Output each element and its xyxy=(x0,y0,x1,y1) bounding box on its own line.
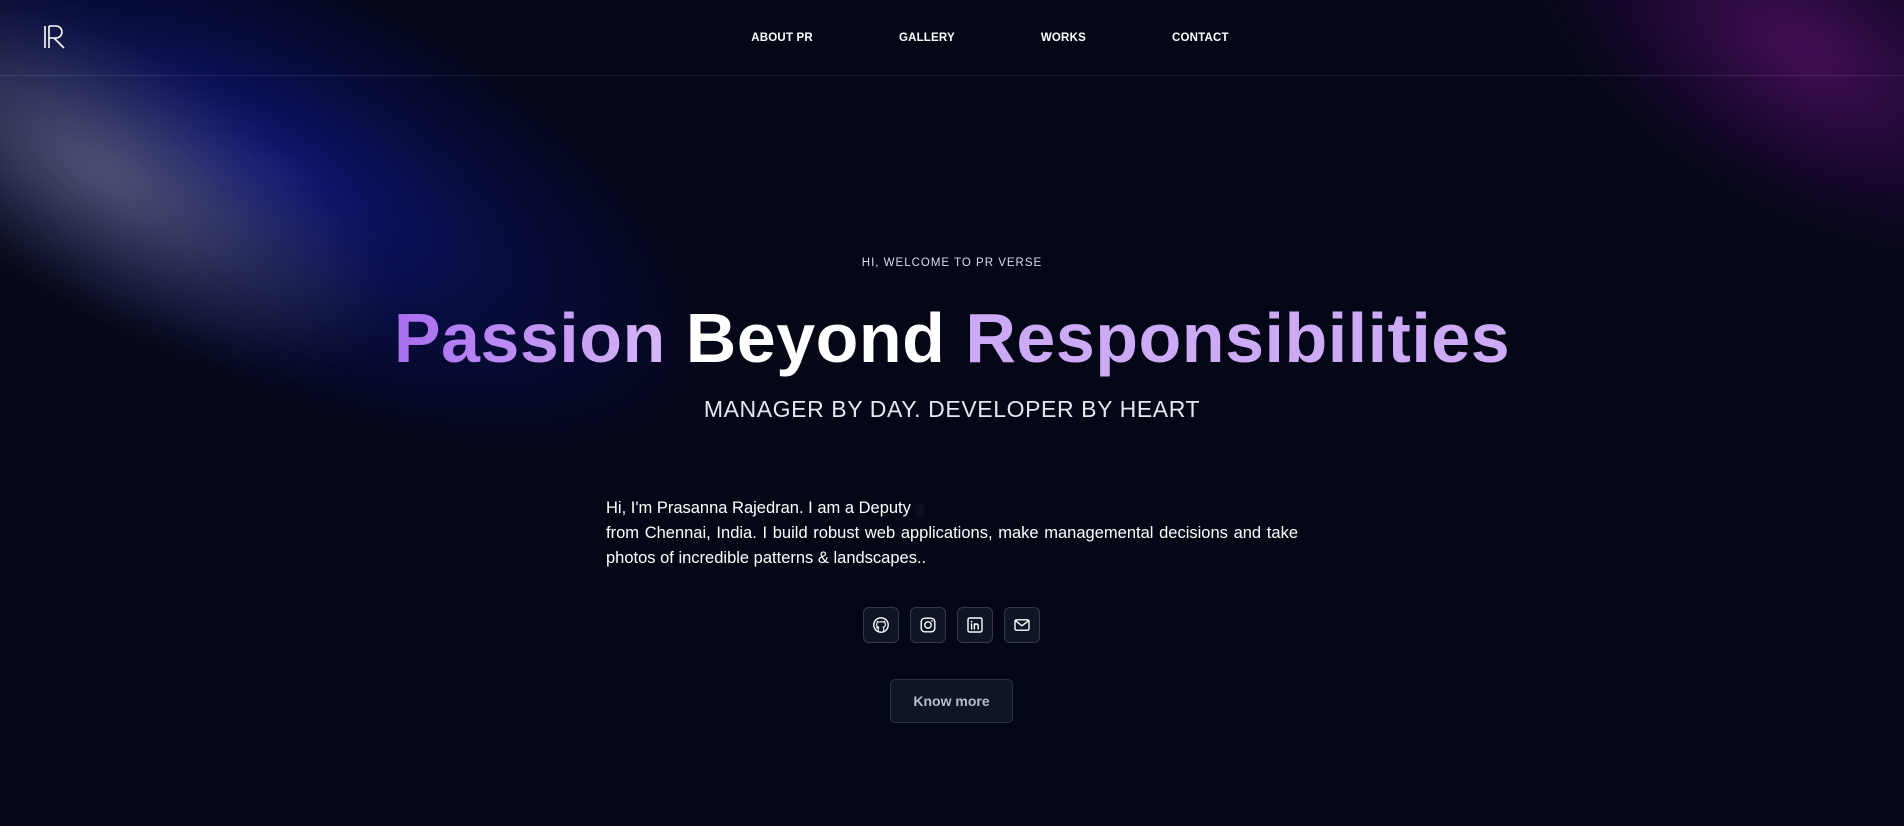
know-more-button[interactable]: Know more xyxy=(890,679,1013,723)
bio-prefix: Hi, I'm Prasanna Rajedran. I am a xyxy=(606,499,855,517)
instagram-link[interactable] xyxy=(910,607,946,643)
github-icon xyxy=(873,617,889,633)
primary-nav: ABOUT PR GALLERY WORKS CONTACT xyxy=(700,0,1280,76)
navbar: ABOUT PR GALLERY WORKS CONTACT xyxy=(0,0,1904,76)
hero-headline: Passion Beyond Responsibilities xyxy=(0,298,1904,378)
bio-rest: from Chennai, India. I build robust web … xyxy=(606,524,1298,567)
headline-word-beyond: Beyond xyxy=(685,299,946,377)
headline-word-responsibilities: Responsibilities xyxy=(965,299,1511,377)
bio-first-line: Hi, I'm Prasanna Rajedran. I am a Deputy… xyxy=(606,496,1298,521)
hero-bio: Hi, I'm Prasanna Rajedran. I am a Deputy… xyxy=(606,496,1298,571)
mail-link[interactable] xyxy=(1004,607,1040,643)
background-glow-blue xyxy=(0,0,802,578)
bio-role-typed: Deputy xyxy=(858,499,911,517)
mail-icon xyxy=(1014,619,1030,631)
instagram-icon xyxy=(920,617,936,633)
pr-logo-icon[interactable] xyxy=(42,24,68,50)
nav-link-gallery[interactable]: GALLERY xyxy=(899,32,955,44)
headline-word-passion: Passion xyxy=(393,299,666,377)
linkedin-icon xyxy=(967,617,983,633)
social-links xyxy=(863,607,1040,643)
nav-link-contact[interactable]: CONTACT xyxy=(1172,32,1229,44)
hero-eyebrow: HI, WELCOME TO PR VERSE xyxy=(861,257,1043,269)
nav-link-works[interactable]: WORKS xyxy=(1041,32,1086,44)
hero-subheadline: MANAGER BY DAY. DEVELOPER BY HEART xyxy=(703,396,1201,422)
linkedin-link[interactable] xyxy=(957,607,993,643)
bio-role-fading: g xyxy=(914,499,925,517)
nav-link-about[interactable]: ABOUT PR xyxy=(751,32,813,44)
github-link[interactable] xyxy=(863,607,899,643)
